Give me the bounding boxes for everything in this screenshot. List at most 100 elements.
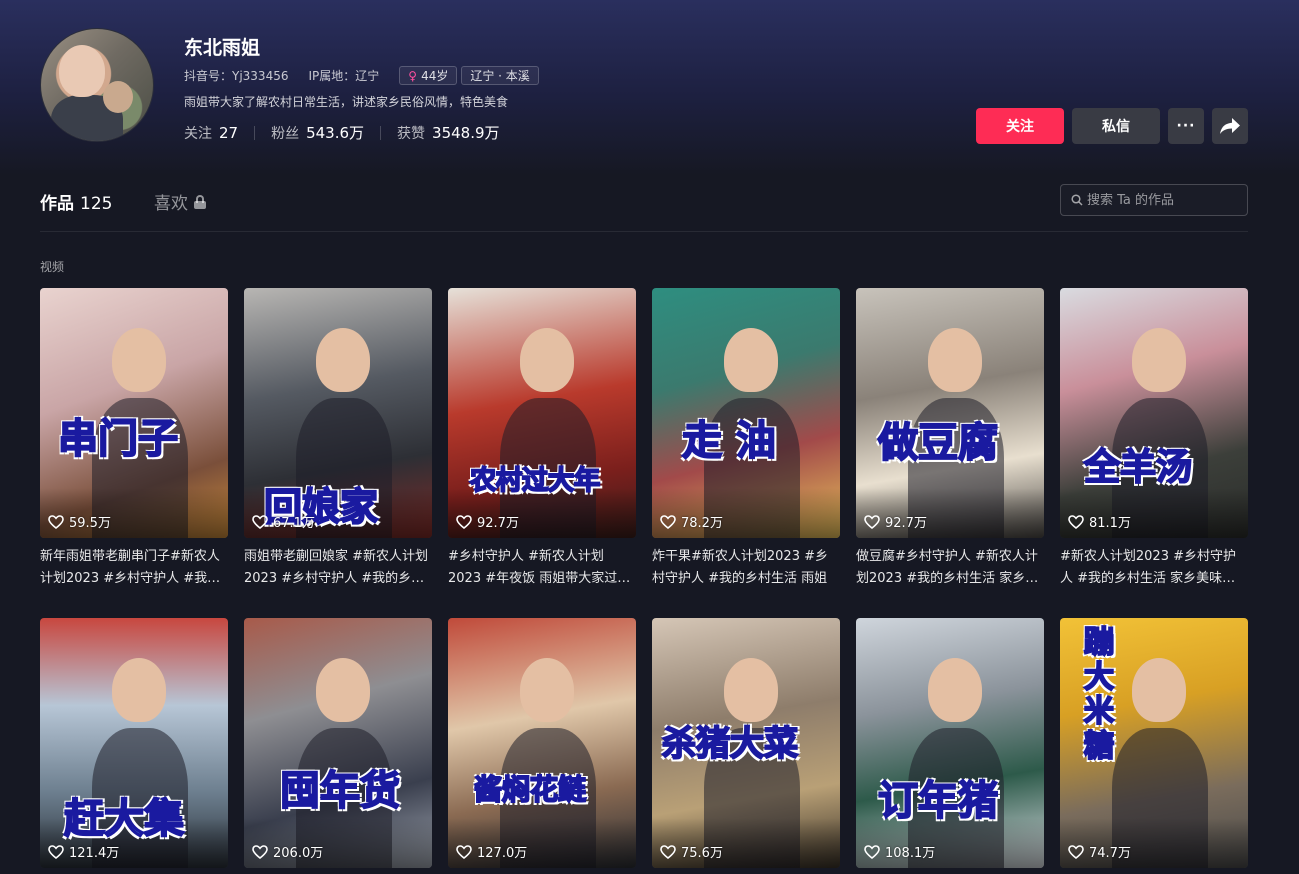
thumbnail-caption: 做豆腐 <box>877 419 999 467</box>
stat-fans[interactable]: 粉丝 543.6万 <box>271 122 364 143</box>
following-count: 27 <box>219 123 239 142</box>
heart-icon <box>660 514 676 529</box>
message-button[interactable]: 私信 <box>1072 108 1160 144</box>
video-card[interactable]: 蹦大米糖 74.7万 <box>1060 618 1248 868</box>
video-card[interactable]: 酱焖花鲢 127.0万 <box>448 618 636 868</box>
thumbnail-caption: 农村过大年 <box>469 465 601 497</box>
figure-head <box>1132 328 1186 392</box>
video-likes: 75.6万 <box>660 842 723 861</box>
heart-icon <box>252 844 268 859</box>
heart-icon <box>48 514 64 529</box>
figure-head <box>112 658 166 722</box>
heart-icon <box>1068 844 1084 859</box>
section-label-videos: 视频 <box>40 260 65 274</box>
female-icon: ♀ <box>408 68 418 83</box>
figure-head <box>520 658 574 722</box>
video-card[interactable]: 回娘家 67.1万雨姐带老蒯回娘家 #新农人计划2023 #乡村守护人 #我的乡村… <box>244 288 432 590</box>
search-icon <box>1071 194 1083 206</box>
age-label: 44岁 <box>421 69 449 83</box>
video-card[interactable]: 做豆腐 92.7万做豆腐#乡村守护人 #新农人计划2023 #我的乡村生活 家乡美… <box>856 288 1044 590</box>
video-thumbnail[interactable]: 全羊汤 81.1万 <box>1060 288 1248 538</box>
figure-head <box>928 658 982 722</box>
figure-head <box>520 328 574 392</box>
video-card[interactable]: 走 油 78.2万炸干果#新农人计划2023 #乡村守护人 #我的乡村生活 雨姐 <box>652 288 840 590</box>
video-thumbnail[interactable]: 回娘家 67.1万 <box>244 288 432 538</box>
location-tag: 辽宁 · 本溪 <box>461 66 539 85</box>
stat-following[interactable]: 关注 27 <box>184 123 238 143</box>
video-likes: 92.7万 <box>864 512 927 531</box>
more-button[interactable]: ··· <box>1168 108 1204 144</box>
video-likes: 121.4万 <box>48 842 119 861</box>
video-description[interactable]: 新年雨姐带老蒯串门子#新农人计划2023 #乡村守护人 #我的乡村生活 <box>40 546 228 590</box>
video-description[interactable]: #新农人计划2023 #乡村守护人 #我的乡村生活 家乡美味全羊汤 <box>1060 546 1248 590</box>
tab-works-label: 作品 <box>40 194 74 214</box>
profile-meta: 抖音号：Yj333456 IP属地：辽宁 ♀ 44岁 辽宁 · 本溪 <box>184 66 543 85</box>
video-likes: 67.1万 <box>252 512 315 531</box>
ip-location: IP属地：辽宁 <box>308 69 380 83</box>
video-description[interactable]: #乡村守护人 #新农人计划2023 #年夜饭 雨姐带大家过大年 <box>448 546 636 590</box>
video-likes: 108.1万 <box>864 842 935 861</box>
video-card[interactable]: 订年猪 108.1万 <box>856 618 1044 868</box>
avatar[interactable] <box>40 28 154 142</box>
heart-icon <box>864 844 880 859</box>
video-likes-count: 75.6万 <box>681 846 723 861</box>
video-card[interactable]: 串门子 59.5万新年雨姐带老蒯串门子#新农人计划2023 #乡村守护人 #我的乡… <box>40 288 228 590</box>
profile-stats: 关注 27 粉丝 543.6万 获赞 3548.9万 <box>184 122 500 143</box>
tab-likes[interactable]: 喜欢 <box>154 189 206 214</box>
heart-icon <box>456 514 472 529</box>
tab-works[interactable]: 作品 125 <box>40 189 112 214</box>
video-thumbnail[interactable]: 囤年货 206.0万 <box>244 618 432 868</box>
video-thumbnail[interactable]: 走 油 78.2万 <box>652 288 840 538</box>
video-thumbnail[interactable]: 杀猪大菜 75.6万 <box>652 618 840 868</box>
video-description[interactable]: 炸干果#新农人计划2023 #乡村守护人 #我的乡村生活 雨姐 <box>652 546 840 590</box>
heart-icon <box>48 844 64 859</box>
search-box[interactable] <box>1060 184 1248 216</box>
figure-head <box>928 328 982 392</box>
lock-icon <box>194 194 206 209</box>
video-description[interactable]: 雨姐带老蒯回娘家 #新农人计划2023 #乡村守护人 #我的乡村生活 <box>244 546 432 590</box>
stat-divider <box>380 125 382 140</box>
search-input[interactable] <box>1087 192 1237 208</box>
video-card[interactable]: 杀猪大菜 75.6万 <box>652 618 840 868</box>
video-thumbnail[interactable]: 做豆腐 92.7万 <box>856 288 1044 538</box>
video-likes-count: 74.7万 <box>1089 846 1131 861</box>
age-tag: ♀ 44岁 <box>399 66 458 85</box>
figure-head <box>112 328 166 392</box>
thumbnail-caption: 订年猪 <box>877 777 999 825</box>
video-description[interactable]: 做豆腐#乡村守护人 #新农人计划2023 #我的乡村生活 家乡美味 <box>856 546 1044 590</box>
video-card[interactable]: 农村过大年 92.7万 #乡村守护人 #新农人计划2023 #年夜饭 雨姐带大家过大… <box>448 288 636 590</box>
profile-bio: 雨姐带大家了解农村日常生活，讲述家乡民俗风情，特色美食 <box>184 95 509 109</box>
thumbnail-caption: 串门子 <box>57 415 179 463</box>
thumbnail-caption: 赶大集 <box>63 795 185 843</box>
thumbnail-caption: 杀猪大菜 <box>661 723 799 765</box>
video-thumbnail[interactable]: 蹦大米糖 74.7万 <box>1060 618 1248 868</box>
video-thumbnail[interactable]: 串门子 59.5万 <box>40 288 228 538</box>
follow-button[interactable]: 关注 <box>976 108 1064 144</box>
thumbnail-caption: 酱焖花鲢 <box>473 772 587 807</box>
share-button[interactable] <box>1212 108 1248 144</box>
video-likes: 206.0万 <box>252 842 323 861</box>
video-thumbnail[interactable]: 订年猪 108.1万 <box>856 618 1044 868</box>
figure-head <box>724 328 778 392</box>
video-card[interactable]: 全羊汤 81.1万 #新农人计划2023 #乡村守护人 #我的乡村生活 家乡美味全羊… <box>1060 288 1248 590</box>
tab-likes-label: 喜欢 <box>154 194 188 214</box>
video-thumbnail[interactable]: 农村过大年 92.7万 <box>448 288 636 538</box>
video-likes: 74.7万 <box>1068 842 1131 861</box>
video-likes: 59.5万 <box>48 512 111 531</box>
video-likes-count: 206.0万 <box>273 846 324 861</box>
stat-divider <box>254 125 256 140</box>
thumbnail-caption: 走 油 <box>681 417 777 465</box>
heart-icon <box>456 844 472 859</box>
video-thumbnail[interactable]: 酱焖花鲢 127.0万 <box>448 618 636 868</box>
video-likes-count: 127.0万 <box>477 846 528 861</box>
share-icon <box>1220 118 1240 134</box>
thumbnail-caption: 囤年货 <box>279 767 401 815</box>
following-label: 关注 <box>184 125 212 142</box>
heart-icon <box>864 514 880 529</box>
video-card[interactable]: 赶大集 121.4万 <box>40 618 228 868</box>
video-likes-count: 121.4万 <box>69 846 120 861</box>
video-card[interactable]: 囤年货 206.0万 <box>244 618 432 868</box>
video-likes: 81.1万 <box>1068 512 1131 531</box>
stat-likes: 获赞 3548.9万 <box>397 122 500 143</box>
video-thumbnail[interactable]: 赶大集 121.4万 <box>40 618 228 868</box>
